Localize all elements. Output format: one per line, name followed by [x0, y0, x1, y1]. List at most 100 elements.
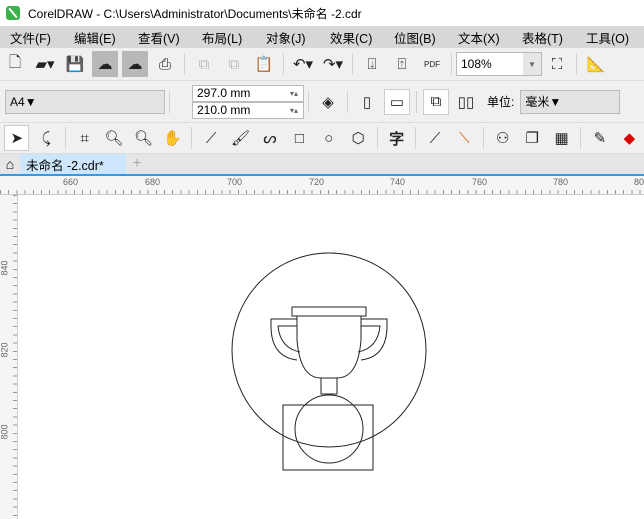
window-title: CorelDRAW - C:\Users\Administrator\Docum… — [28, 6, 362, 21]
page-size-value: A4 — [10, 94, 25, 109]
paste-icon[interactable]: 📋 — [251, 51, 277, 77]
freehand-tool-icon[interactable]: ⟋ — [198, 125, 223, 151]
separator — [308, 90, 309, 113]
drop-shadow-icon[interactable]: ❐ — [519, 125, 544, 151]
zoom-out-tool-icon[interactable]: 🔍︎ — [131, 125, 156, 151]
page-dimensions: 297.0 mm ▾▴ 210.0 mm ▾▴ — [174, 84, 304, 119]
drawing-canvas[interactable] — [19, 196, 644, 519]
paper-orientation-icon[interactable]: ◈ — [315, 89, 341, 115]
zoom-level-select[interactable]: 108% ▼ — [456, 52, 542, 76]
print-icon[interactable]: ⎙ — [152, 51, 178, 77]
full-screen-icon[interactable]: ⛶ — [544, 51, 570, 77]
ruler-label: 80 — [634, 177, 644, 187]
polygon-tool-icon[interactable]: ⬡ — [345, 125, 370, 151]
zoom-tool-icon[interactable]: 🔍︎ — [101, 125, 126, 151]
ruler-ticks — [0, 190, 644, 194]
open-icon[interactable]: ▰▾ — [32, 51, 58, 77]
ellipse-tool-icon[interactable]: ○ — [316, 125, 341, 151]
page-width-value: 297.0 mm — [197, 86, 251, 100]
copy-icon[interactable]: ⧉ — [221, 51, 247, 77]
blend-tool-icon[interactable]: ⚇ — [490, 125, 515, 151]
new-document-icon[interactable]: 🗋 — [2, 51, 28, 77]
shape-tool-icon[interactable]: ⤹ — [33, 125, 58, 151]
portrait-icon[interactable]: ▯ — [354, 89, 380, 115]
page-size-select[interactable]: A4 ▼ — [5, 89, 165, 114]
ruler-label: 760 — [472, 177, 488, 187]
page-height-input[interactable]: 210.0 mm ▾▴ — [192, 101, 304, 119]
right-handle[interactable] — [357, 318, 388, 361]
dimension-tool-icon[interactable]: ⟋ — [422, 125, 447, 151]
menu-text[interactable]: 文本(X) — [448, 28, 512, 47]
smart-draw-icon[interactable]: ᔕ — [257, 125, 282, 151]
menu-file[interactable]: 文件(F) — [0, 28, 64, 47]
separator — [483, 127, 485, 149]
standard-toolbar: 🗋 ▰▾ 💾 ☁ ☁ ⎙ ⧉ ⧉ 📋 ↶▾ ↷▾ ⍗ ⍐ PDF 108% ▼ ⛶… — [0, 48, 644, 81]
separator — [347, 90, 348, 113]
crop-tool-icon[interactable]: ⌗ — [72, 125, 97, 151]
title-bar: CorelDRAW - C:\Users\Administrator\Docum… — [0, 0, 644, 26]
redo-icon[interactable]: ↷▾ — [320, 51, 346, 77]
width-stepper[interactable]: ▾▴ — [285, 86, 303, 101]
separator — [416, 90, 417, 113]
page-width-input[interactable]: 297.0 mm ▾▴ — [192, 84, 304, 102]
height-stepper[interactable]: ▾▴ — [285, 103, 303, 118]
chevron-down-icon[interactable]: ▼ — [523, 53, 541, 75]
cut-icon[interactable]: ⧉ — [191, 51, 217, 77]
home-icon[interactable]: ⌂ — [0, 154, 20, 174]
menu-bitmaps[interactable]: 位图(B) — [384, 28, 448, 47]
menu-edit[interactable]: 编辑(E) — [64, 28, 128, 47]
rectangle-tool-icon[interactable]: □ — [287, 125, 312, 151]
menu-tools[interactable]: 工具(O) — [576, 28, 640, 47]
separator — [283, 53, 284, 75]
all-pages-icon[interactable]: ⧉ — [423, 88, 449, 115]
rulers-icon[interactable]: 📐 — [583, 51, 609, 77]
interactive-fill-icon[interactable]: ◆ — [617, 125, 642, 151]
separator — [415, 127, 417, 149]
menu-table[interactable]: 表格(T) — [512, 28, 576, 47]
cup-stem[interactable] — [320, 377, 338, 395]
menu-layout[interactable]: 布局(L) — [192, 28, 256, 47]
document-tabs: ⌂ 未命名 -2.cdr* + — [0, 154, 644, 176]
cloud-download-icon[interactable]: ☁ — [92, 51, 118, 77]
cup-body[interactable] — [296, 316, 362, 379]
large-circle[interactable] — [231, 252, 427, 448]
landscape-icon[interactable]: ▭ — [384, 88, 410, 115]
unit-select[interactable]: 毫米 ▼ — [520, 89, 621, 114]
pdf-export-icon[interactable]: PDF — [419, 51, 445, 77]
ruler-label: 680 — [145, 177, 161, 187]
horizontal-ruler[interactable]: 660 680 700 720 740 760 780 80 — [0, 176, 644, 195]
ruler-label: 820 — [0, 342, 10, 358]
cloud-upload-icon[interactable]: ☁ — [122, 51, 148, 77]
artistic-media-icon[interactable]: 🖌 — [228, 125, 253, 151]
vertical-ruler[interactable]: 840 820 800 — [0, 195, 18, 519]
ruler-label: 780 — [553, 177, 569, 187]
property-bar: A4 ▼ 297.0 mm ▾▴ 210.0 mm ▾▴ ◈ ▯ ▭ ⧉ ▯▯ 单位:… — [0, 81, 644, 123]
separator — [169, 90, 170, 113]
left-handle[interactable] — [270, 318, 301, 361]
menu-effects[interactable]: 效果(C) — [320, 28, 384, 47]
export-icon[interactable]: ⍐ — [389, 51, 415, 77]
text-tool-icon[interactable]: 字 — [384, 125, 409, 151]
eyedropper-icon[interactable]: ✎ — [587, 125, 612, 151]
undo-icon[interactable]: ↶▾ — [290, 51, 316, 77]
page-height-value: 210.0 mm — [197, 103, 251, 117]
unit-value: 毫米 — [525, 95, 550, 109]
ruler-label: 800 — [0, 424, 10, 440]
connector-tool-icon[interactable]: ⟍ — [452, 125, 477, 151]
pan-tool-icon[interactable]: ✋ — [160, 125, 185, 151]
menu-object[interactable]: 对象(J) — [256, 28, 320, 47]
transparency-icon[interactable]: ▦ — [549, 125, 574, 151]
separator — [352, 53, 353, 75]
tab-label: 未命名 -2.cdr* — [26, 158, 104, 173]
menu-view[interactable]: 查看(V) — [128, 28, 192, 47]
separator — [376, 127, 378, 149]
cup-rim[interactable] — [291, 306, 367, 317]
pick-tool-icon[interactable]: ➤ — [4, 125, 30, 151]
separator — [184, 53, 185, 75]
save-icon[interactable]: 💾 — [62, 51, 88, 77]
current-page-icon[interactable]: ▯▯ — [453, 89, 479, 115]
separator — [191, 127, 193, 149]
import-icon[interactable]: ⍗ — [359, 51, 385, 77]
new-tab-plus-icon[interactable]: + — [126, 154, 148, 174]
tab-document[interactable]: 未命名 -2.cdr* — [20, 154, 126, 174]
